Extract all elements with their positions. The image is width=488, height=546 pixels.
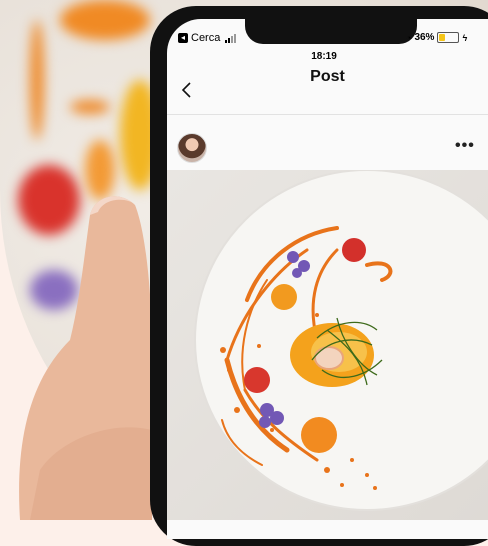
- status-battery: ◔ 36% ϟ: [406, 32, 467, 43]
- signal-icon: [225, 33, 237, 43]
- battery-percent: 36%: [414, 32, 435, 43]
- battery-icon: [437, 32, 460, 43]
- status-time: 18:19: [311, 51, 337, 62]
- tomato: [301, 417, 337, 453]
- nav-divider: [167, 114, 488, 115]
- more-options-button[interactable]: •••: [455, 137, 475, 155]
- tomato: [342, 238, 366, 262]
- carrier-label: Cerca: [191, 32, 221, 44]
- charging-icon: ϟ: [462, 32, 468, 43]
- shrimp: [314, 346, 344, 370]
- post-photo[interactable]: [167, 170, 488, 520]
- tomato: [271, 284, 297, 310]
- tomato: [244, 367, 270, 393]
- dish-image: [194, 170, 488, 511]
- status-carrier[interactable]: ◂ Cerca: [178, 32, 237, 44]
- phone-notch: [245, 16, 417, 44]
- battery-fill: [439, 34, 446, 41]
- alarm-icon: ◔: [406, 32, 412, 43]
- avatar[interactable]: [177, 133, 207, 163]
- page-title: Post: [310, 68, 345, 85]
- back-to-app-icon: ◂: [178, 33, 188, 43]
